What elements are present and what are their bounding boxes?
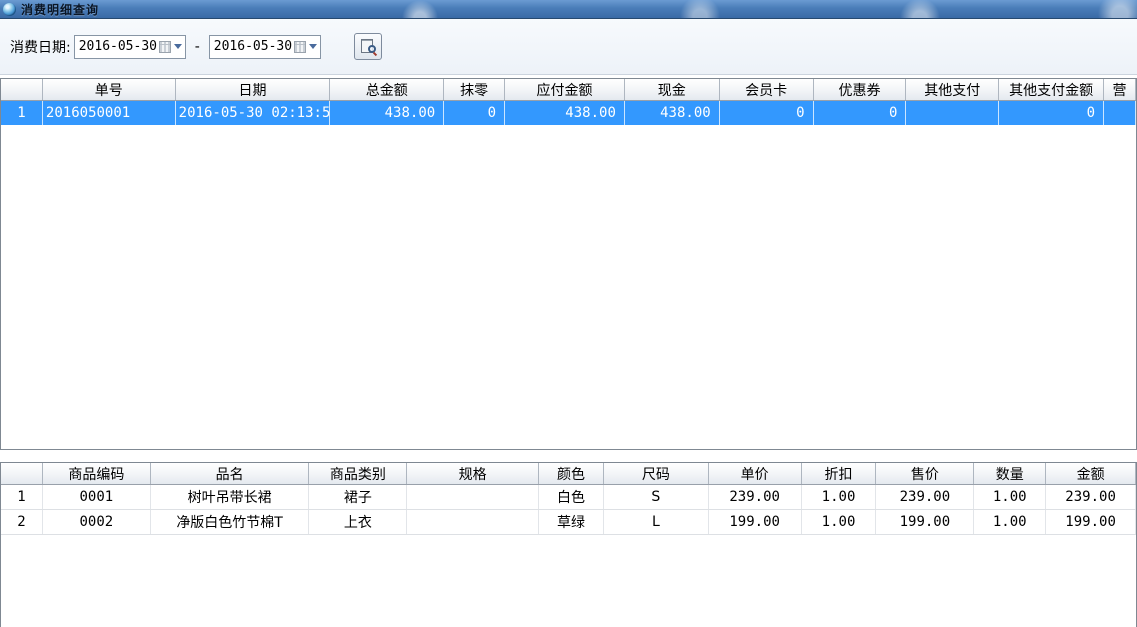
- cell: 239.00: [1046, 485, 1136, 509]
- cell: 0: [999, 101, 1104, 125]
- table-row[interactable]: 10001树叶吊带长裙裙子白色S239.001.00239.001.00239.…: [1, 485, 1136, 510]
- table-row[interactable]: 20002净版白色竹节棉T上衣草绿L199.001.00199.001.0019…: [1, 510, 1136, 535]
- cell: S: [604, 485, 709, 509]
- cell: 1.00: [974, 485, 1046, 509]
- query-button[interactable]: [354, 33, 382, 60]
- column-header[interactable]: 营: [1104, 79, 1136, 100]
- cell: [407, 510, 539, 534]
- cell: 2: [1, 510, 43, 534]
- date-from-value: 2016-05-30: [79, 39, 159, 54]
- orders-table: 单号日期总金额抹零应付金额现金会员卡优惠券其他支付其他支付金额营12016050…: [0, 78, 1137, 450]
- column-header[interactable]: 会员卡: [720, 79, 814, 100]
- table-header: 商品编码品名商品类别规格颜色尺码单价折扣售价数量金额: [1, 463, 1136, 485]
- cell: 1.00: [974, 510, 1046, 534]
- column-header[interactable]: [1, 463, 43, 484]
- date-to-input[interactable]: 2016-05-30: [209, 35, 321, 59]
- cell: 0001: [43, 485, 151, 509]
- cell: 438.00: [330, 101, 444, 125]
- items-table: 商品编码品名商品类别规格颜色尺码单价折扣售价数量金额10001树叶吊带长裙裙子白…: [0, 462, 1137, 627]
- cell: 0: [814, 101, 907, 125]
- cell: 438.00: [625, 101, 720, 125]
- cell: 0002: [43, 510, 151, 534]
- table-row[interactable]: 120160500012016-05-30 02:13:50438.000438…: [1, 101, 1136, 125]
- table-header: 单号日期总金额抹零应付金额现金会员卡优惠券其他支付其他支付金额营: [1, 79, 1136, 101]
- window-title: 消费明细查询: [21, 1, 99, 18]
- chevron-down-icon[interactable]: [309, 44, 317, 49]
- cell: 239.00: [876, 485, 974, 509]
- column-header[interactable]: 抹零: [444, 79, 505, 100]
- cell: 1: [1, 101, 43, 125]
- cell: 2016050001: [43, 101, 176, 125]
- column-header[interactable]: 日期: [176, 79, 331, 100]
- column-header[interactable]: 颜色: [539, 463, 604, 484]
- column-header[interactable]: 售价: [876, 463, 974, 484]
- column-header[interactable]: 尺码: [604, 463, 709, 484]
- date-from-input[interactable]: 2016-05-30: [74, 35, 186, 59]
- cell: L: [604, 510, 709, 534]
- date-range-separator: -: [195, 39, 200, 55]
- cell: 438.00: [505, 101, 625, 125]
- column-header[interactable]: 商品类别: [309, 463, 407, 484]
- toolbar: 消费日期: 2016-05-30 - 2016-05-30: [0, 19, 1137, 75]
- search-icon: [360, 39, 376, 55]
- cell: 1.00: [802, 485, 877, 509]
- cell: 草绿: [539, 510, 604, 534]
- column-header[interactable]: 现金: [625, 79, 720, 100]
- column-header[interactable]: 规格: [407, 463, 539, 484]
- column-header[interactable]: 其他支付: [906, 79, 999, 100]
- cell: 裙子: [309, 485, 407, 509]
- column-header[interactable]: 金额: [1046, 463, 1136, 484]
- column-header[interactable]: 应付金额: [505, 79, 625, 100]
- cell: 199.00: [1046, 510, 1136, 534]
- date-to-value: 2016-05-30: [214, 39, 294, 54]
- column-header[interactable]: 单号: [43, 79, 176, 100]
- column-header[interactable]: [1, 79, 43, 100]
- column-header[interactable]: 总金额: [330, 79, 444, 100]
- cell: [407, 485, 539, 509]
- date-range-label: 消费日期:: [10, 37, 71, 57]
- cell: 0: [444, 101, 505, 125]
- column-header[interactable]: 品名: [151, 463, 310, 484]
- column-header[interactable]: 单价: [709, 463, 802, 484]
- app-globe-icon: [3, 3, 16, 16]
- column-header[interactable]: 折扣: [802, 463, 877, 484]
- cell: 199.00: [876, 510, 974, 534]
- cell: [1104, 101, 1136, 125]
- cell: 2016-05-30 02:13:50: [176, 101, 331, 125]
- calendar-icon: [294, 41, 306, 53]
- column-header[interactable]: 商品编码: [43, 463, 151, 484]
- cell: 净版白色竹节棉T: [151, 510, 310, 534]
- spacer: [0, 450, 1137, 462]
- column-header[interactable]: 优惠券: [814, 79, 907, 100]
- cell: 白色: [539, 485, 604, 509]
- cell: 0: [720, 101, 814, 125]
- cell: 1.00: [802, 510, 877, 534]
- cell: 239.00: [709, 485, 802, 509]
- chevron-down-icon[interactable]: [174, 44, 182, 49]
- cell: 上衣: [309, 510, 407, 534]
- cell: [906, 101, 999, 125]
- column-header[interactable]: 数量: [974, 463, 1046, 484]
- column-header[interactable]: 其他支付金额: [999, 79, 1104, 100]
- cell: 树叶吊带长裙: [151, 485, 310, 509]
- cell: 199.00: [709, 510, 802, 534]
- cell: 1: [1, 485, 43, 509]
- title-bar: 消费明细查询: [0, 0, 1137, 19]
- calendar-icon: [159, 41, 171, 53]
